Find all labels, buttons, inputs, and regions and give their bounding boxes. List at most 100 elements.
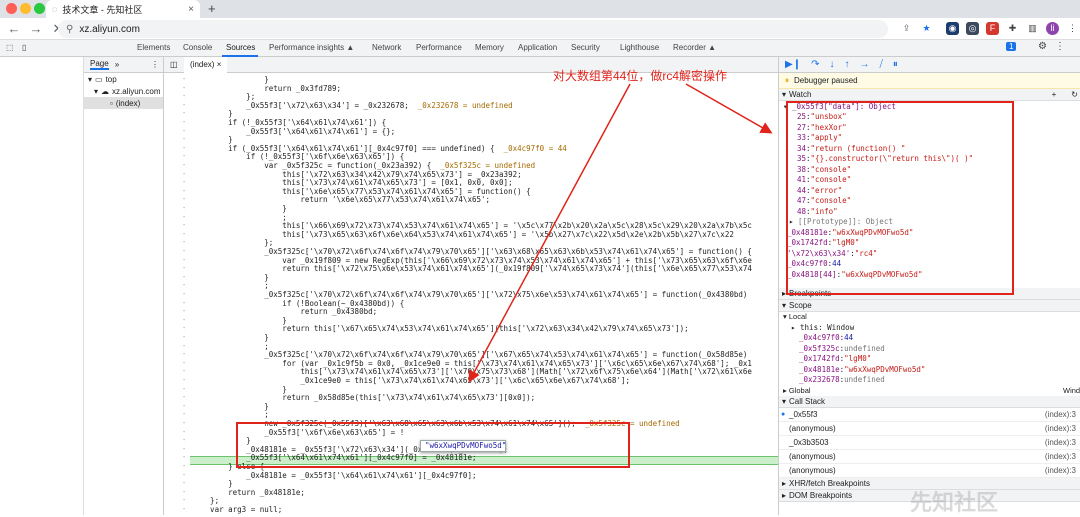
forward-arrow-icon[interactable]: → (28, 21, 44, 36)
line-gutter-marker[interactable]: - (182, 436, 190, 444)
extension-1-icon[interactable]: ◉ (946, 22, 959, 35)
line-gutter-marker[interactable]: - (182, 75, 190, 83)
maximize-window-button[interactable] (34, 3, 45, 14)
line-gutter-marker[interactable]: - (182, 230, 190, 238)
file-tab[interactable]: (index) × (184, 57, 228, 73)
tab-elements[interactable]: Elements (137, 43, 170, 52)
line-gutter-marker[interactable]: - (182, 290, 190, 298)
line-gutter-marker[interactable]: - (182, 127, 190, 135)
menu-kebab-icon[interactable]: ⋮ (1066, 22, 1079, 35)
tab-page[interactable]: Page (90, 59, 109, 70)
line-gutter-marker[interactable]: - (182, 307, 190, 315)
line-gutter-marker[interactable]: - (182, 170, 190, 178)
settings-gear-icon[interactable]: ⚙ (1038, 41, 1047, 52)
step-over-icon[interactable]: ↷ (811, 59, 819, 70)
code-area[interactable]: - } - return _0x3fd789; - }; - _0x55f3['\x7… (164, 73, 778, 515)
line-gutter-marker[interactable]: - (182, 488, 190, 496)
line-gutter-marker[interactable]: - (182, 273, 190, 281)
navigator-kebab-icon[interactable]: ⋮ (151, 60, 159, 69)
line-gutter-marker[interactable]: - (182, 109, 190, 117)
scope-local[interactable]: ▾ Local (783, 312, 1080, 323)
line-gutter-marker[interactable]: - (182, 410, 190, 418)
line-gutter-marker[interactable]: - (182, 152, 190, 160)
local-variable[interactable]: _0x1742fd: "lgM0" (783, 354, 1080, 365)
tab-memory[interactable]: Memory (475, 43, 504, 52)
line-gutter-marker[interactable]: - (182, 471, 190, 479)
tree-item-index[interactable]: ▫ (index) (84, 97, 163, 109)
line-gutter-marker[interactable]: - (182, 428, 190, 436)
scope-global[interactable]: ▸ Global Window (783, 385, 1080, 396)
line-gutter-marker[interactable]: - (182, 204, 190, 212)
line-gutter-marker[interactable]: - (182, 221, 190, 229)
line-gutter-marker[interactable]: - (182, 178, 190, 186)
line-gutter-marker[interactable]: - (182, 281, 190, 289)
call-frame[interactable]: (anonymous) (index):3 (779, 450, 1080, 464)
tab-recorder[interactable]: Recorder ▲ (673, 43, 716, 52)
call-frame[interactable]: _0x3b3503 (index):3 (779, 436, 1080, 450)
line-gutter-marker[interactable]: - (182, 299, 190, 307)
call-frame[interactable]: (anonymous) (index):3 (779, 464, 1080, 478)
tab-lighthouse[interactable]: Lighthouse (620, 43, 659, 52)
line-gutter-marker[interactable]: - (182, 393, 190, 401)
bookmark-star-icon[interactable]: ★ (920, 22, 933, 35)
line-gutter-marker[interactable]: - (182, 453, 190, 461)
line-gutter-marker[interactable]: - (182, 342, 190, 350)
tab-security[interactable]: Security (571, 43, 600, 52)
sidebar-icon[interactable]: ▥ (1026, 22, 1039, 35)
line-gutter-marker[interactable]: - (182, 419, 190, 427)
close-file-icon[interactable]: × (217, 60, 222, 69)
tab-network[interactable]: Network (372, 43, 401, 52)
tab-console[interactable]: Console (183, 43, 212, 52)
close-tab-icon[interactable]: × (188, 4, 194, 15)
local-variable[interactable]: _0x232678: undefined (783, 375, 1080, 386)
local-variable[interactable]: _0x4c97f0: 44 (783, 333, 1080, 344)
line-gutter-marker[interactable]: - (182, 367, 190, 375)
step-out-icon[interactable]: ↑ (844, 59, 849, 70)
tab-performance-insights[interactable]: Performance insights ▲ (269, 43, 354, 52)
line-gutter-marker[interactable]: - (182, 256, 190, 264)
step-into-icon[interactable]: ↓ (829, 59, 834, 70)
extension-3-icon[interactable]: F (986, 22, 999, 35)
line-gutter-marker[interactable]: - (182, 350, 190, 358)
refresh-watch-icon[interactable]: ↻ (1071, 90, 1078, 99)
line-gutter-marker[interactable]: - (182, 247, 190, 255)
more-tabs-icon[interactable]: » (115, 60, 119, 69)
frame-location[interactable]: (index):3 (1045, 466, 1076, 475)
new-tab-button[interactable]: + (208, 1, 216, 16)
watch-section-header[interactable]: ▾ Watch + ↻ (779, 89, 1080, 101)
line-gutter-marker[interactable]: - (182, 144, 190, 152)
tab-sources[interactable]: Sources (226, 43, 255, 52)
devtools-menu-icon[interactable]: ⋮ (1055, 41, 1065, 52)
tree-item-domain[interactable]: ▾ ☁ xz.aliyun.com (84, 85, 163, 97)
call-frame[interactable]: ● _0x55f3 (index):3 (779, 408, 1080, 422)
line-gutter-marker[interactable]: - (182, 462, 190, 470)
extensions-puzzle-icon[interactable]: ✚ (1006, 22, 1019, 35)
line-gutter-marker[interactable]: - (182, 92, 190, 100)
line-gutter-marker[interactable]: - (182, 445, 190, 453)
line-gutter-marker[interactable]: - (182, 333, 190, 341)
call-frame[interactable]: (anonymous) (index):3 (779, 422, 1080, 436)
frame-location[interactable]: (index):3 (1045, 452, 1076, 461)
tree-item-top[interactable]: ▾ ▭ top (84, 73, 163, 85)
add-watch-icon[interactable]: + (1052, 90, 1057, 99)
line-gutter-marker[interactable]: - (182, 479, 190, 487)
tab-application[interactable]: Application (518, 43, 557, 52)
frame-location[interactable]: (index):3 (1045, 424, 1076, 433)
line-gutter-marker[interactable]: - (182, 496, 190, 504)
line-gutter-marker[interactable]: - (182, 324, 190, 332)
line-gutter-marker[interactable]: - (182, 264, 190, 272)
line-gutter-marker[interactable]: - (182, 118, 190, 126)
step-icon[interactable]: → (859, 59, 869, 70)
back-arrow-icon[interactable]: ← (6, 21, 22, 36)
issues-badge[interactable]: 1 (1006, 42, 1017, 51)
line-gutter-marker[interactable]: - (182, 376, 190, 384)
local-variable[interactable]: _0x5f325c: undefined (783, 343, 1080, 354)
line-gutter-marker[interactable]: - (182, 195, 190, 203)
line-gutter-marker[interactable]: - (182, 187, 190, 195)
line-gutter-marker[interactable]: - (182, 505, 190, 513)
minimize-window-button[interactable] (20, 3, 31, 14)
address-bar[interactable]: ⚲ xz.aliyun.com (58, 20, 888, 38)
line-gutter-marker[interactable]: - (182, 359, 190, 367)
line-gutter-marker[interactable]: - (182, 238, 190, 246)
site-info-icon[interactable]: ⚲ (66, 24, 73, 35)
